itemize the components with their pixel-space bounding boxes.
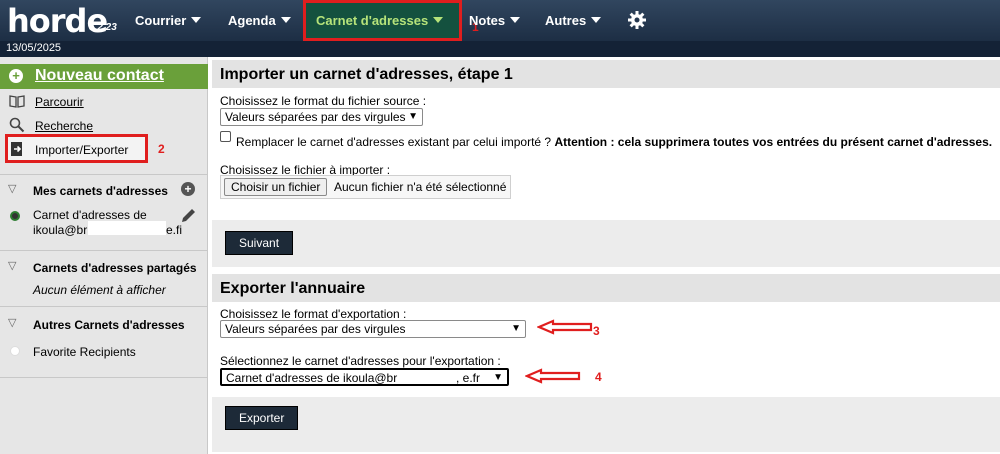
replace-checkbox[interactable] <box>220 131 231 142</box>
chevron-down-icon <box>591 17 602 23</box>
menu-notes-label: Notes <box>469 13 506 28</box>
import-format-label: Choisissez le format du fichier source : <box>220 94 427 108</box>
new-contact-button[interactable]: + Nouveau contact <box>0 64 208 89</box>
annotation-4: 4 <box>595 370 602 384</box>
import-format-select[interactable]: Valeurs séparées par des virgules ▼ <box>220 108 423 126</box>
menu-autres-label: Autres <box>545 13 587 28</box>
import-export-icon <box>11 142 22 156</box>
annotation-arrow-icon <box>525 368 581 384</box>
menu-carnet-adresses[interactable]: Carnet d'adresses <box>303 0 462 41</box>
collapse-triangle-icon[interactable]: ▽ <box>8 182 16 195</box>
export-title: Exporter l'annuaire <box>220 280 366 297</box>
chevron-down-icon <box>280 17 291 23</box>
my-book-line1[interactable]: Carnet d'adresses de <box>33 208 147 222</box>
main-content: Importer un carnet d'adresses, étape 1 C… <box>212 57 1000 454</box>
chevron-down-icon <box>191 17 202 23</box>
menu-agenda-label: Agenda <box>228 13 276 28</box>
search-icon <box>9 117 25 133</box>
next-button[interactable]: Suivant <box>225 231 294 255</box>
sidebar-divider <box>0 250 208 251</box>
import-panel-footer: Suivant <box>212 220 1000 267</box>
import-panel-header: Importer un carnet d'adresses, étape 1 <box>212 60 1000 88</box>
sidebar-item-import-export-label: Importer/Exporter <box>35 143 129 157</box>
sidebar-item-browse[interactable]: Parcourir <box>35 95 84 109</box>
sidebar-item-search[interactable]: Recherche <box>35 119 93 133</box>
file-input[interactable]: Choisir un fichier Aucun fichier n'a été… <box>220 175 511 199</box>
horde-logo[interactable]: horde <box>7 2 108 40</box>
chevron-down-icon: ▼ <box>511 323 521 334</box>
annotation-3: 3 <box>593 324 600 338</box>
export-format-label: Choisissez le format d'exportation : <box>220 307 407 321</box>
export-format-value: Valeurs séparées par des virgules <box>225 322 406 336</box>
export-book-select[interactable]: Carnet d'adresses de ikoula@br , e.fr ▼ <box>220 368 509 386</box>
favorite-recipients[interactable]: Favorite Recipients <box>33 345 136 359</box>
horde-version: 5.2.23 <box>89 22 117 33</box>
favorite-radio-icon[interactable] <box>10 346 20 356</box>
export-panel-footer: Exporter <box>212 397 1000 452</box>
other-books-title: Autres Carnets d'adresses <box>33 318 185 332</box>
replace-text: Remplacer le carnet d'adresses existant … <box>236 135 552 149</box>
shared-books-empty: Aucun élément à afficher <box>33 283 166 297</box>
import-format-value: Valeurs séparées par des virgules <box>225 110 406 124</box>
my-book-tail: e.fi <box>166 223 183 237</box>
sidebar: + Nouveau contact Parcourir Recherche Im… <box>0 57 208 454</box>
choose-file-button[interactable]: Choisir un fichier <box>224 178 328 196</box>
menu-carnet-label: Carnet d'adresses <box>316 13 429 28</box>
chevron-down-icon <box>433 17 444 23</box>
menu-agenda[interactable]: Agenda <box>228 13 291 28</box>
shared-books-title: Carnets d'adresses partagés <box>33 261 197 275</box>
selected-book-radio-icon[interactable] <box>10 211 20 221</box>
annotation-2: 2 <box>158 142 165 156</box>
menu-notes[interactable]: Notes <box>469 13 521 28</box>
chevron-down-icon <box>510 17 521 23</box>
replace-warning: Attention : cela supprimera toutes vos e… <box>554 135 993 149</box>
sidebar-divider <box>0 377 208 378</box>
my-books-title: Mes carnets d'adresses <box>33 184 168 198</box>
my-book-line2[interactable]: ikoula@br <box>33 223 87 237</box>
chevron-down-icon: ▼ <box>493 372 503 383</box>
book-icon <box>9 95 25 108</box>
collapse-triangle-icon[interactable]: ▽ <box>8 259 16 272</box>
new-contact-label: Nouveau contact <box>35 67 164 84</box>
chevron-down-icon: ▼ <box>408 111 418 122</box>
sidebar-divider <box>0 174 208 175</box>
current-date: 13/05/2025 <box>0 41 1000 57</box>
no-file-text: Aucun fichier n'a été sélectionné <box>334 180 507 194</box>
sidebar-divider <box>0 306 208 307</box>
import-panel-body: Choisissez le format du fichier source :… <box>212 88 1000 220</box>
import-title: Importer un carnet d'adresses, étape 1 <box>220 66 513 83</box>
export-book-value: Carnet d'adresses de ikoula@br <box>226 371 398 385</box>
export-book-tail: , e.fr <box>456 371 481 385</box>
export-panel-body: Choisissez le format d'exportation : Val… <box>212 302 1000 397</box>
top-navigation-bar: horde 5.2.23 Courrier Agenda Carnet d'ad… <box>0 0 1000 41</box>
pencil-edit-icon[interactable] <box>179 207 197 225</box>
collapse-triangle-icon[interactable]: ▽ <box>8 316 16 329</box>
menu-courrier-label: Courrier <box>135 13 187 28</box>
export-panel-header: Exporter l'annuaire <box>212 274 1000 302</box>
add-book-icon[interactable]: + <box>181 182 195 196</box>
replace-label: Remplacer le carnet d'adresses existant … <box>236 135 992 149</box>
menu-autres[interactable]: Autres <box>545 13 602 28</box>
export-button[interactable]: Exporter <box>225 406 299 430</box>
annotation-arrow-icon <box>537 319 593 335</box>
gear-icon[interactable] <box>627 10 647 30</box>
export-format-select[interactable]: Valeurs séparées par des virgules ▼ <box>220 320 526 338</box>
menu-courrier[interactable]: Courrier <box>135 13 202 28</box>
redaction-box <box>88 221 166 235</box>
plus-icon: + <box>9 69 23 83</box>
export-book-label: Sélectionnez le carnet d'adresses pour l… <box>220 354 501 368</box>
